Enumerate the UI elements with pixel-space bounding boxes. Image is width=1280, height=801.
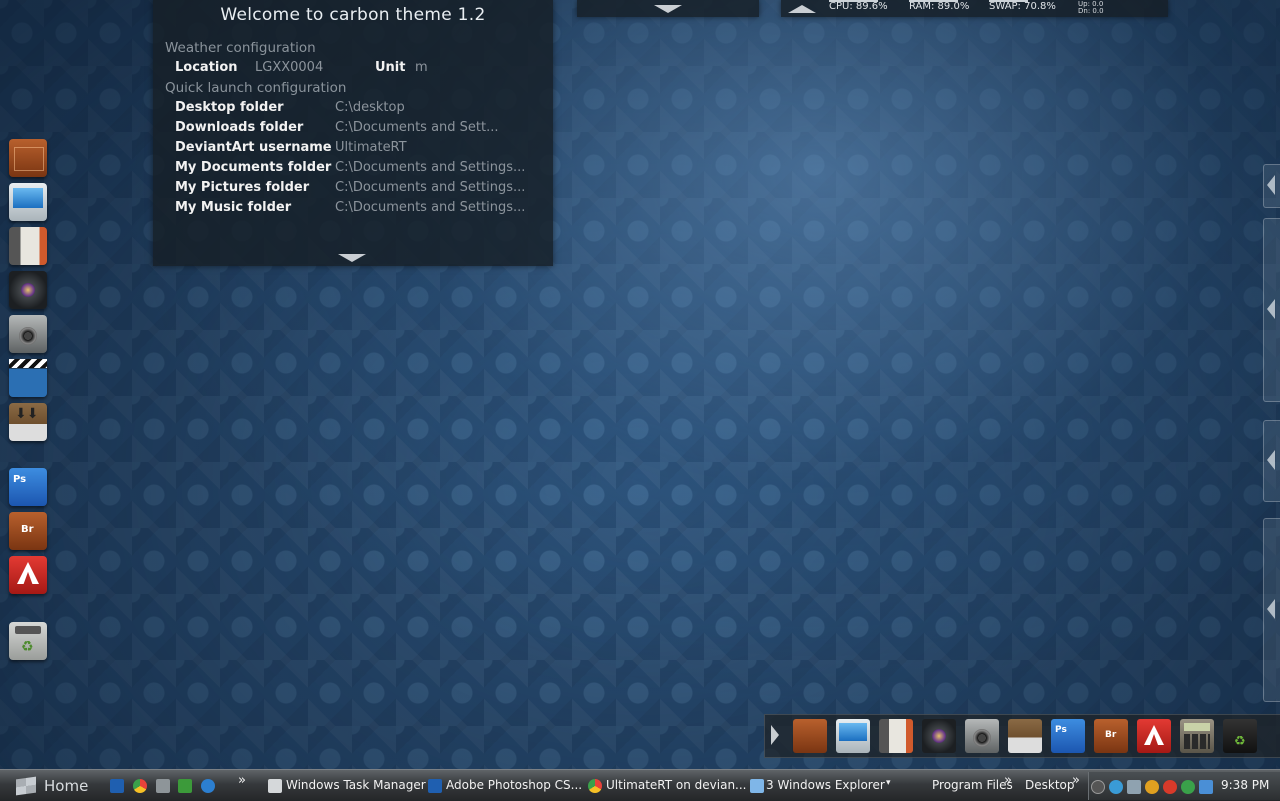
downloads-folder-label: Downloads folder [175, 120, 304, 135]
explorer-icon [750, 779, 764, 793]
photoshop-quicklaunch-icon[interactable] [110, 779, 124, 793]
system-tray: 9:38 PM [1088, 772, 1280, 800]
toolbar-desktop[interactable]: Desktop [1025, 778, 1075, 792]
unit-value[interactable]: m [415, 60, 428, 75]
photoshop-label: Ps [1055, 725, 1067, 735]
my-documents-folder-label: My Documents folder [175, 160, 332, 175]
net-down: Dn: 0.0 [1078, 7, 1104, 15]
bridge-label: Br [1105, 730, 1117, 740]
tray-collapse-icon[interactable] [1091, 780, 1105, 794]
wooden-cabinet-icon[interactable] [9, 139, 47, 177]
speaker-icon[interactable] [9, 315, 47, 353]
photoshop-icon [428, 779, 442, 793]
photoshop-label: Ps [13, 474, 27, 485]
unit-label: Unit [375, 60, 406, 75]
taskbar-button-chrome[interactable]: UltimateRT on devian... [606, 778, 747, 792]
right-panel-tab-4[interactable] [1263, 518, 1280, 702]
location-label: Location [175, 60, 238, 75]
clapperboard-icon[interactable] [9, 359, 47, 397]
location-value[interactable]: LGXX0004 [255, 60, 323, 75]
quicklaunch-more-button[interactable]: » [238, 773, 246, 788]
network-icon[interactable] [1109, 780, 1123, 794]
my-pictures-folder-label: My Pictures folder [175, 180, 310, 195]
right-panel-tab-2[interactable] [1263, 218, 1280, 402]
acrobat-icon[interactable] [1137, 719, 1171, 753]
camera-lens-icon[interactable] [922, 719, 956, 753]
chrome-quicklaunch-icon[interactable] [133, 779, 147, 793]
connection-icon[interactable] [1127, 780, 1141, 794]
photoshop-icon[interactable]: Ps [1051, 719, 1085, 753]
desktop-more-button[interactable]: » [1072, 773, 1080, 788]
bridge-icon[interactable]: Br [1094, 719, 1128, 753]
expand-arrow-icon[interactable] [654, 5, 682, 13]
taskbar: Home » Windows Task Manager Adobe Photos… [0, 769, 1280, 801]
security-icon[interactable] [1145, 780, 1159, 794]
deviantart-username-value[interactable]: UltimateRT [335, 140, 407, 155]
left-arrow-icon [1267, 450, 1275, 470]
clock[interactable]: 9:38 PM [1221, 778, 1269, 792]
explorer-group-dropdown[interactable]: ▾ [886, 778, 891, 788]
monitor-icon[interactable] [9, 183, 47, 221]
cpu-usage: CPU: 89.6% [829, 1, 888, 12]
welcome-title: Welcome to carbon theme 1.2 [220, 5, 486, 25]
my-documents-folder-value[interactable]: C:\Documents and Settings... [335, 160, 525, 175]
ram-usage: RAM: 89.0% [909, 1, 970, 12]
toolbar-program-files[interactable]: Program Files [932, 778, 1013, 792]
acrobat-icon[interactable] [9, 556, 47, 594]
wooden-cabinet-icon[interactable] [793, 719, 827, 753]
checkmark-icon[interactable] [1181, 780, 1195, 794]
ie-quicklaunch-icon[interactable] [201, 779, 215, 793]
start-button[interactable]: Home [44, 777, 88, 795]
windows-logo-icon[interactable] [16, 776, 36, 796]
my-music-folder-value[interactable]: C:\Documents and Settings... [335, 200, 525, 215]
notebook-icon[interactable] [9, 227, 47, 265]
calculator-icon[interactable] [1180, 719, 1214, 753]
speaker-icon[interactable] [965, 719, 999, 753]
my-pictures-folder-value[interactable]: C:\Documents and Settings... [335, 180, 525, 195]
my-music-folder-label: My Music folder [175, 200, 292, 215]
taskbar-button-photoshop[interactable]: Adobe Photoshop CS... [446, 778, 582, 792]
downloads-folder-value[interactable]: C:\Documents and Sett... [335, 120, 499, 135]
alert-icon[interactable] [1163, 780, 1177, 794]
downloads-box-icon[interactable]: ⬇⬇ [9, 403, 47, 441]
recycle-bin-icon[interactable]: ♻ [9, 622, 47, 660]
photoshop-icon[interactable]: Ps [9, 468, 47, 506]
right-panel-tab-3[interactable] [1263, 420, 1280, 502]
excel-quicklaunch-icon[interactable] [178, 779, 192, 793]
notebook-icon[interactable] [879, 719, 913, 753]
program-files-more-button[interactable]: » [1004, 773, 1012, 788]
left-arrow-icon [1267, 599, 1275, 619]
swap-usage: SWAP: 70.8% [989, 1, 1056, 12]
deviantart-username-label: DeviantArt username [175, 140, 332, 155]
top-toggle-panel [577, 0, 759, 17]
welcome-panel: Welcome to carbon theme 1.2 Weather conf… [153, 0, 553, 266]
app-tray-icon[interactable] [1199, 780, 1213, 794]
left-arrow-icon [1267, 299, 1275, 319]
dock-expand-arrow-icon[interactable] [771, 725, 779, 745]
weather-section-heading: Weather configuration [165, 40, 316, 56]
desktop-folder-label: Desktop folder [175, 100, 284, 115]
quicklaunch-section-heading: Quick launch configuration [165, 80, 347, 96]
left-arrow-icon [1267, 175, 1275, 195]
bottom-dock: Ps Br ♻ [764, 714, 1280, 758]
bridge-icon[interactable]: Br [9, 512, 47, 550]
task-manager-icon [268, 779, 282, 793]
recycle-bin-icon[interactable]: ♻ [1223, 719, 1257, 753]
downloads-box-icon[interactable] [1008, 719, 1042, 753]
camera-lens-icon[interactable] [9, 271, 47, 309]
desktop-folder-value[interactable]: C:\desktop [335, 100, 405, 115]
collapse-up-arrow-icon[interactable] [788, 5, 816, 13]
bridge-label: Br [21, 524, 34, 535]
taskbar-button-explorer[interactable]: 3 Windows Explorer [766, 778, 885, 792]
monitor-icon[interactable] [836, 719, 870, 753]
collapse-arrow-icon[interactable] [338, 254, 366, 262]
taskbar-button-task-manager[interactable]: Windows Task Manager [286, 778, 426, 792]
app-quicklaunch-icon[interactable] [156, 779, 170, 793]
chrome-icon [588, 779, 602, 793]
right-panel-tab-1[interactable] [1263, 164, 1280, 208]
